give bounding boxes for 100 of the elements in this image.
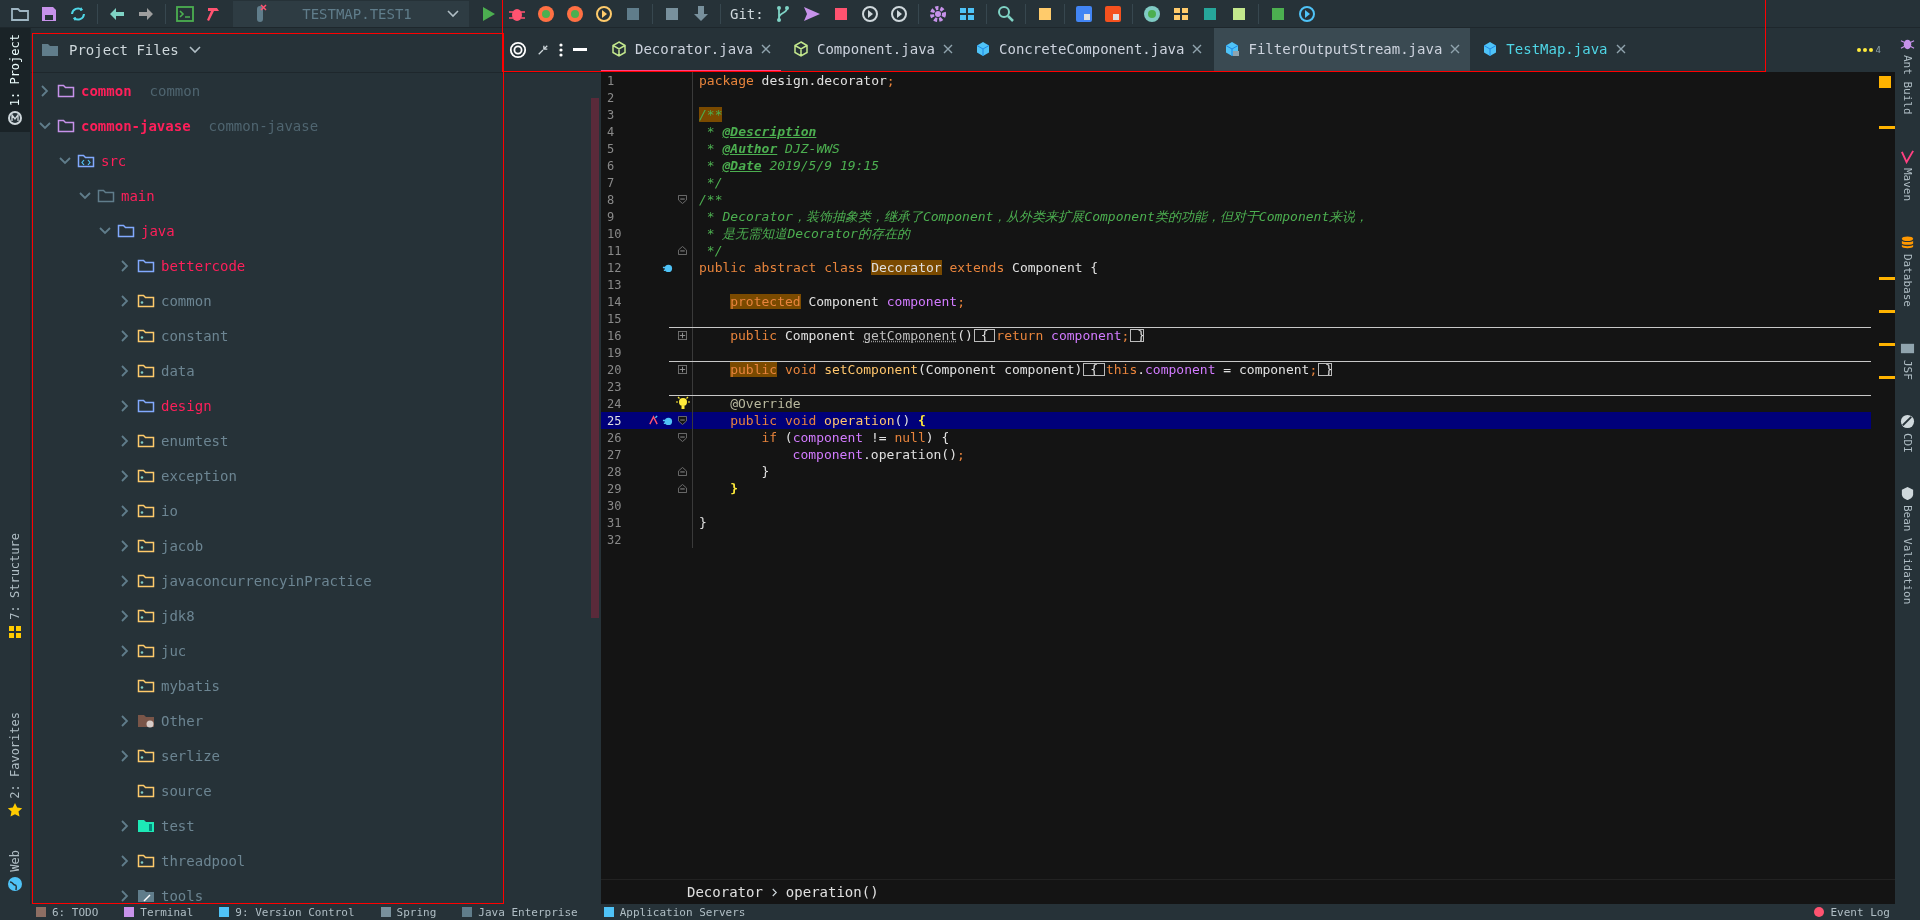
tool-window-tab[interactable]: Maven — [1900, 148, 1915, 201]
tool-window-tab[interactable]: 6: TODO — [36, 905, 99, 919]
chevron-down-icon[interactable] — [79, 189, 91, 202]
fold-marker-icon[interactable] — [678, 467, 687, 476]
search-icon[interactable] — [995, 3, 1016, 24]
target-icon[interactable] — [509, 41, 527, 59]
fold-marker-icon[interactable] — [678, 433, 687, 442]
gear-icon[interactable] — [927, 3, 948, 24]
tree-item[interactable]: common — [81, 82, 132, 99]
translate-icon[interactable] — [1102, 3, 1123, 24]
tree-item[interactable]: enumtest — [161, 432, 229, 449]
chevron-right-icon[interactable] — [119, 609, 131, 622]
tree-item[interactable]: javaconcurrencyinPractice — [161, 572, 372, 589]
tool-window-tab[interactable]: Terminal — [124, 905, 194, 919]
step-icon[interactable] — [594, 3, 614, 24]
more-icon[interactable] — [559, 43, 563, 57]
fold-marker-icon[interactable] — [678, 416, 687, 425]
chevron-right-icon[interactable] — [119, 749, 131, 762]
fold-expand-icon[interactable] — [678, 331, 687, 340]
fold-marker-icon[interactable] — [678, 484, 687, 493]
editor-tab[interactable]: Component.java — [783, 28, 964, 72]
tree-item[interactable]: Other — [161, 712, 204, 729]
tree-item[interactable]: jacob — [161, 537, 204, 554]
tree-item[interactable]: design — [161, 397, 212, 414]
tree-item[interactable]: mybatis — [161, 677, 220, 694]
profiler-icon[interactable] — [565, 3, 585, 24]
terminal-icon[interactable] — [175, 3, 195, 24]
more-tabs-icon[interactable] — [1856, 48, 1873, 52]
tool-window-tab[interactable]: Bean Validation — [1900, 486, 1915, 605]
tool-window-tab[interactable]: Ant Build — [1900, 36, 1915, 115]
close-icon[interactable] — [1192, 44, 1203, 54]
tool-window-tab[interactable]: 7: Structure — [0, 526, 30, 646]
tree-item[interactable]: exception — [161, 467, 237, 484]
tool-window-tab[interactable]: Database — [1900, 234, 1915, 307]
tree-item[interactable]: common — [161, 292, 212, 309]
tree-item[interactable]: bettercode — [161, 257, 246, 274]
tool-window-tab[interactable]: 1: Project — [0, 28, 30, 133]
tool-window-tab[interactable]: Application Servers — [603, 905, 746, 919]
coverage-icon[interactable] — [536, 3, 556, 24]
chevron-right-icon[interactable] — [119, 714, 131, 727]
panel-title[interactable]: Project Files — [69, 42, 179, 58]
tool-window-tab[interactable]: CDI — [1900, 413, 1915, 453]
close-icon[interactable] — [1615, 44, 1626, 54]
chevron-right-icon[interactable] — [119, 294, 131, 307]
chevron-right-icon[interactable] — [119, 469, 131, 482]
fold-marker-icon[interactable] — [678, 195, 687, 204]
override-marker-icon[interactable] — [648, 415, 659, 426]
tree-item[interactable]: java — [141, 222, 175, 239]
tree-item[interactable]: common-javase — [81, 117, 191, 134]
translate-icon[interactable] — [1073, 3, 1094, 24]
chevron-right-icon[interactable] — [119, 644, 131, 657]
chevron-down-icon[interactable] — [188, 46, 201, 54]
chevron-down-icon[interactable] — [39, 119, 51, 132]
close-icon[interactable] — [1450, 44, 1461, 54]
tool-window-tab[interactable]: Java Enterprise — [462, 905, 578, 919]
tool-window-tab[interactable]: Web — [0, 844, 30, 898]
chevron-right-icon[interactable] — [119, 889, 131, 902]
tool-window-tab[interactable]: 2: Favorites — [0, 705, 30, 825]
tree-item[interactable]: tools — [161, 887, 204, 904]
chevron-right-icon[interactable] — [119, 574, 131, 587]
tree-item[interactable]: main — [121, 187, 155, 204]
chevron-right-icon[interactable] — [119, 504, 131, 517]
chevron-right-icon[interactable] — [119, 259, 131, 272]
tool-window-tab[interactable]: 9: Version Control — [219, 905, 355, 919]
lightbulb-icon[interactable] — [675, 395, 691, 411]
tree-item[interactable]: juc — [161, 642, 187, 659]
tree-item[interactable]: io — [161, 502, 178, 519]
chevron-right-icon[interactable] — [119, 364, 131, 377]
chevron-down-icon[interactable] — [99, 224, 111, 237]
tree-item[interactable]: test — [161, 817, 195, 834]
editor-tab[interactable]: Decorator.java — [601, 28, 781, 72]
tree-item[interactable]: serlize — [161, 747, 220, 764]
implemented-marker-icon[interactable] — [662, 415, 673, 426]
chevron-right-icon[interactable] — [39, 84, 51, 97]
editor-tab[interactable]: FilterOutputStream.java — [1214, 28, 1471, 72]
breadcrumb-item[interactable]: operation() — [785, 884, 879, 900]
tool-window-tab[interactable]: JSF — [1900, 340, 1915, 380]
breadcrumb-item[interactable]: Decorator — [687, 884, 763, 900]
scrollbar[interactable] — [591, 98, 599, 618]
disc-icon[interactable] — [1141, 3, 1162, 24]
tree-item[interactable]: data — [161, 362, 195, 379]
collapse-icon[interactable] — [537, 44, 549, 56]
chevron-right-icon[interactable] — [119, 329, 131, 342]
tree-item[interactable]: constant — [161, 327, 229, 344]
tree-item[interactable]: source — [161, 782, 212, 799]
close-icon[interactable] — [761, 44, 771, 54]
editor-tab[interactable]: TestMap.java — [1472, 28, 1636, 72]
tool-window-tab[interactable]: Spring — [380, 905, 437, 919]
tree-item[interactable]: jdk8 — [161, 607, 195, 624]
close-icon[interactable] — [943, 44, 954, 54]
chevron-down-icon[interactable] — [59, 154, 71, 167]
minimize-icon[interactable] — [573, 48, 587, 52]
fold-expand-icon[interactable] — [678, 365, 687, 374]
chevron-right-icon[interactable] — [119, 399, 131, 412]
implemented-marker-icon[interactable] — [662, 262, 673, 273]
tree-item[interactable]: threadpool — [161, 852, 246, 869]
event-log-tab[interactable]: Event Log — [1814, 905, 1890, 919]
editor-tab[interactable]: ConcreteComponent.java — [965, 28, 1213, 72]
tree-item[interactable]: src — [101, 152, 127, 169]
chevron-right-icon[interactable] — [119, 819, 131, 832]
